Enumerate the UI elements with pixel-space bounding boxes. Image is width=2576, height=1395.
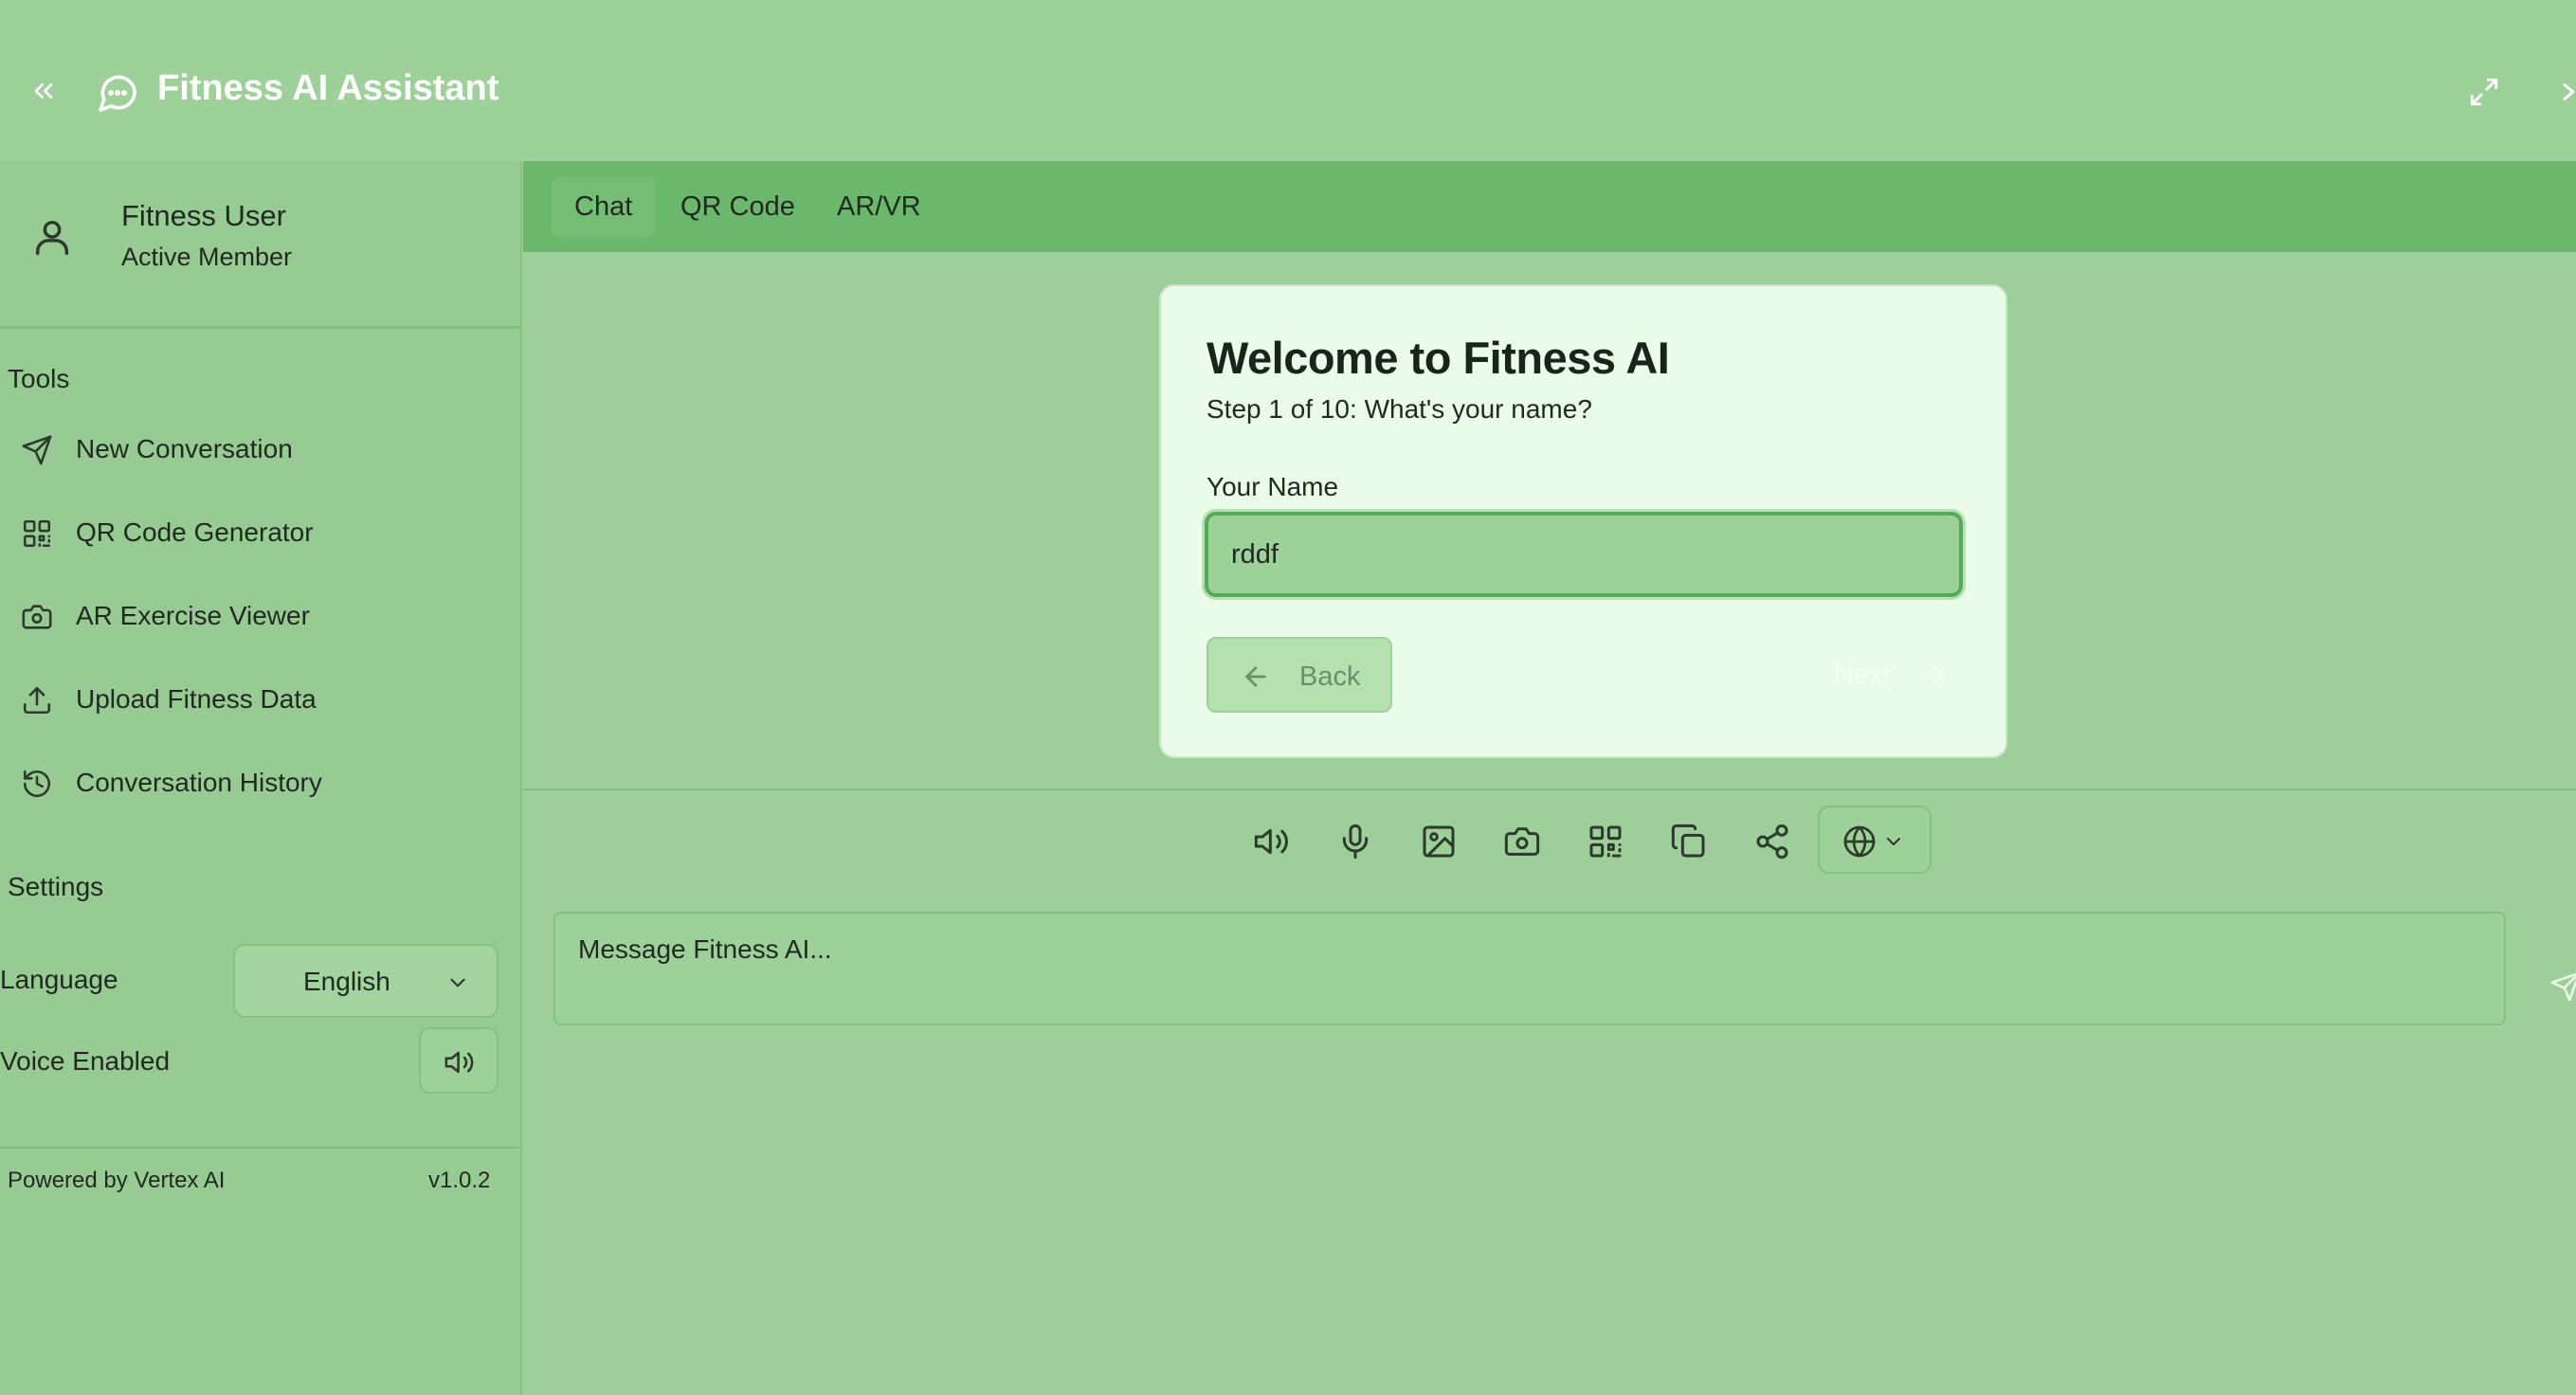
- speak-button[interactable]: [1253, 823, 1291, 861]
- language-select-value: English: [303, 967, 390, 996]
- message-circle-icon: [95, 70, 140, 116]
- volume-icon: [1254, 828, 1288, 855]
- version-text: v1.0.2: [428, 1168, 491, 1193]
- volume-icon: [444, 1051, 474, 1074]
- voice-enabled-label: Voice Enabled: [0, 1046, 171, 1076]
- language-menu-button[interactable]: [1818, 806, 1932, 874]
- sidebar-item-label: AR Exercise Viewer: [76, 601, 310, 630]
- tab-chat[interactable]: Chat: [552, 176, 656, 237]
- composer-divider: [523, 788, 2576, 790]
- camera-button[interactable]: [1503, 823, 1541, 861]
- send-button[interactable]: [2549, 970, 2576, 1003]
- back-button[interactable]: Back: [1206, 637, 1392, 713]
- message-input[interactable]: [553, 912, 2506, 1025]
- sidebar-footer-divider: [0, 1147, 520, 1149]
- image-button[interactable]: [1420, 823, 1458, 861]
- microphone-icon: [1342, 824, 1369, 860]
- chevron-down-icon: [445, 970, 470, 995]
- copy-button[interactable]: [1670, 823, 1708, 861]
- tab-ar-vr[interactable]: AR/VR: [814, 176, 944, 237]
- arrow-left-icon: [1245, 666, 1266, 687]
- tab-qr-code[interactable]: QR Code: [658, 176, 818, 237]
- onboarding-card: Welcome to Fitness AI Step 1 of 10: What…: [1159, 284, 2007, 758]
- settings-section-title: Settings: [8, 872, 104, 901]
- tools-section-title: Tools: [8, 364, 70, 393]
- expand-button[interactable]: [2468, 76, 2500, 108]
- globe-icon: [1842, 824, 1877, 859]
- sidebar-item-label: QR Code Generator: [76, 517, 314, 547]
- powered-by-text: Powered by Vertex AI: [8, 1168, 226, 1193]
- qr-code-icon: [21, 517, 53, 550]
- user-profile: Fitness User Active Member: [0, 161, 520, 329]
- onboarding-step: Step 1 of 10: What's your name?: [1206, 394, 1592, 424]
- onboarding-title: Welcome to Fitness AI: [1206, 333, 1670, 383]
- microphone-button[interactable]: [1336, 823, 1374, 861]
- collapse-sidebar-button[interactable]: [28, 76, 59, 106]
- tab-bar: Chat QR Code AR/VR: [523, 161, 2576, 252]
- voice-toggle-button[interactable]: [419, 1027, 499, 1094]
- user-name: Fitness User: [121, 199, 286, 232]
- language-label: Language: [0, 965, 118, 994]
- arrow-right-icon: [1925, 665, 1944, 684]
- next-panel-button[interactable]: [2559, 78, 2576, 106]
- copy-icon: [1671, 824, 1705, 858]
- qr-code-button[interactable]: [1587, 823, 1624, 861]
- next-button-label: Next: [1834, 660, 1891, 690]
- sidebar: Fitness User Active Member Tools New Con…: [0, 161, 522, 1395]
- history-icon: [21, 768, 53, 800]
- qr-code-icon: [1589, 825, 1622, 858]
- chevron-down-icon: [1882, 830, 1905, 853]
- user-icon: [30, 214, 74, 260]
- name-input[interactable]: [1205, 512, 1963, 597]
- sidebar-item-label: Conversation History: [76, 768, 322, 797]
- name-field-label: Your Name: [1206, 472, 1339, 501]
- image-icon: [1423, 825, 1455, 858]
- send-icon: [21, 434, 53, 466]
- user-status: Active Member: [121, 243, 293, 271]
- sidebar-item-label: Upload Fitness Data: [76, 684, 317, 714]
- sidebar-item-qr-code-generator[interactable]: QR Code Generator: [0, 497, 512, 572]
- chevron-right-icon: [2563, 83, 2575, 100]
- send-icon: [2550, 972, 2576, 1002]
- sidebar-item-ar-exercise-viewer[interactable]: AR Exercise Viewer: [0, 580, 512, 656]
- sidebar-item-upload-fitness-data[interactable]: Upload Fitness Data: [0, 663, 512, 739]
- back-button-label: Back: [1299, 661, 1361, 692]
- app-header: Fitness AI Assistant: [0, 0, 2576, 161]
- sidebar-item-new-conversation[interactable]: New Conversation: [0, 413, 512, 489]
- app-title: Fitness AI Assistant: [157, 68, 499, 108]
- next-button[interactable]: Next: [1788, 637, 1959, 713]
- sidebar-item-conversation-history[interactable]: Conversation History: [0, 747, 512, 823]
- maximize-icon: [2470, 78, 2498, 106]
- upload-icon: [21, 684, 53, 716]
- share-button[interactable]: [1753, 823, 1791, 861]
- camera-icon: [21, 601, 53, 633]
- share-icon: [1756, 824, 1788, 860]
- chevrons-left-icon: [34, 83, 53, 99]
- camera-icon: [1504, 827, 1540, 856]
- language-select[interactable]: English: [233, 944, 499, 1018]
- sidebar-item-label: New Conversation: [76, 434, 293, 463]
